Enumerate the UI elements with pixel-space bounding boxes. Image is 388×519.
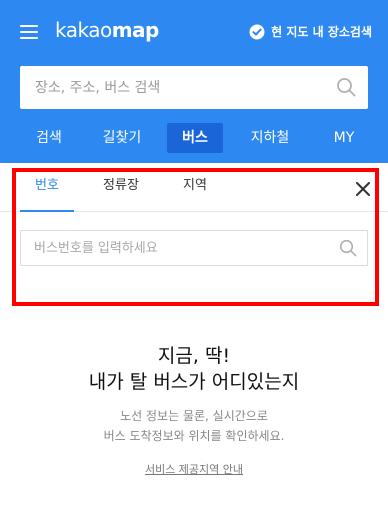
- check-circle-icon: [249, 24, 265, 39]
- bus-number-search-box: [20, 230, 368, 266]
- tab-search[interactable]: 검색: [29, 123, 69, 153]
- intro-desc-line2: 버스 도착정보와 위치를 확인하세요.: [103, 429, 285, 443]
- main-search-box: [20, 66, 368, 109]
- menu-icon[interactable]: [20, 25, 38, 39]
- bus-number-input[interactable]: [34, 240, 314, 256]
- main-search-input[interactable]: [35, 79, 315, 96]
- bus-sub-tabs: 번호 정류장 지역: [0, 163, 388, 212]
- intro-description: 노선 정보는 물론, 실시간으로 버스 도착정보와 위치를 확인하세요.: [0, 406, 388, 446]
- search-icon[interactable]: [339, 239, 357, 257]
- close-icon[interactable]: [356, 182, 370, 196]
- subtab-region[interactable]: 지역: [170, 163, 220, 212]
- subtab-stop[interactable]: 정류장: [92, 163, 150, 212]
- search-in-map-button[interactable]: 현 지도 내 장소검색: [249, 23, 372, 40]
- search-in-map-label: 현 지도 내 장소검색: [271, 25, 372, 39]
- bus-intro: 지금, 딱! 내가 탈 버스가 어디있는지 노선 정보는 물론, 실시간으로 버…: [0, 343, 388, 477]
- intro-desc-line1: 노선 정보는 물론, 실시간으로: [120, 409, 268, 423]
- tab-directions[interactable]: 길찾기: [96, 123, 148, 153]
- subtab-number[interactable]: 번호: [20, 163, 74, 212]
- tab-my[interactable]: MY: [324, 123, 364, 153]
- intro-title-line2: 내가 탈 버스가 어디있는지: [88, 371, 300, 393]
- kakaomap-logo[interactable]: kakao map: [55, 18, 159, 46]
- intro-title-line1: 지금, 딱!: [157, 345, 231, 367]
- tab-bus[interactable]: 버스: [167, 123, 223, 153]
- tab-subway[interactable]: 지하철: [244, 123, 296, 153]
- app-header: kakaomap 현 지도 내 장소검색 검색 길찾기 버스 지하철 MY: [0, 0, 388, 163]
- service-area-link[interactable]: 서비스 제공지역 안내: [145, 461, 243, 477]
- bus-search-panel: 번호 정류장 지역: [0, 163, 388, 293]
- search-icon[interactable]: [336, 77, 356, 97]
- logo-text-bold: map: [111, 18, 160, 42]
- main-tabs: 검색 길찾기 버스 지하철 MY: [0, 123, 388, 153]
- logo-text-light: kakao: [55, 18, 112, 42]
